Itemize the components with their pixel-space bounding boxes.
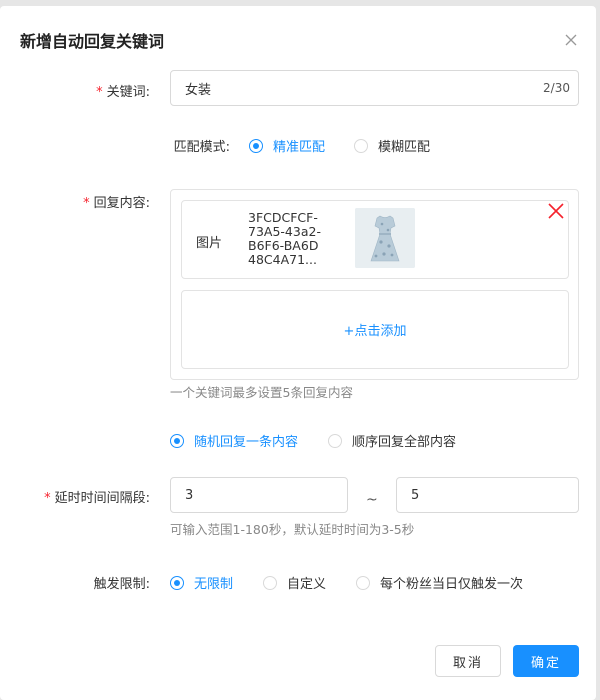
radio-sequential-reply-label: 顺序回复全部内容 <box>352 435 457 450</box>
match-mode-label: 匹配模式: <box>173 140 230 155</box>
reply-item-card: 图片 3FCDCFCF- 73A5-43a2- B6F6-BA6D 48C4A7… <box>181 200 569 279</box>
radio-exact-match[interactable]: 精准匹配 <box>249 136 325 155</box>
reply-item-id-line: 73A5-43a2- <box>248 224 321 239</box>
trigger-limit-label: 触发限制: <box>93 577 150 592</box>
reply-item-id-line: 48C4A71... <box>248 252 317 267</box>
required-mark: * <box>44 491 51 506</box>
reply-item-id-line: 3FCDCFCF- <box>248 210 318 225</box>
delete-x-icon[interactable] <box>546 201 566 221</box>
delay-label-text: 延时时间间隔段: <box>54 491 150 506</box>
keyword-label-text: 关键词: <box>106 85 150 100</box>
radio-random-reply-label: 随机回复一条内容 <box>194 435 299 450</box>
delay-max-value: 5 <box>411 487 420 503</box>
reply-item-id-line: B6F6-BA6D <box>248 238 319 253</box>
keyword-value: 女装 <box>185 82 212 98</box>
required-mark: * <box>83 196 90 211</box>
radio-fuzzy-match[interactable]: 模糊匹配 <box>354 136 430 155</box>
radio-fuzzy-match-label: 模糊匹配 <box>378 140 431 155</box>
keyword-char-counter: 2/30 <box>543 81 570 95</box>
delay-max-input[interactable]: 5 <box>396 477 579 513</box>
radio-unlimited-label: 无限制 <box>194 577 234 592</box>
trigger-limit-radio-group: 无限制 自定义 每个粉丝当日仅触发一次 <box>170 573 523 592</box>
confirm-button[interactable]: 确定 <box>513 645 579 677</box>
radio-once-per-fan-daily[interactable]: 每个粉丝当日仅触发一次 <box>356 573 523 592</box>
radio-exact-match-label: 精准匹配 <box>273 140 326 155</box>
radio-random-reply[interactable]: 随机回复一条内容 <box>170 431 298 450</box>
reply-item-id: 3FCDCFCF- 73A5-43a2- B6F6-BA6D 48C4A71..… <box>248 211 343 267</box>
dress-image <box>355 208 415 268</box>
reply-content-label-text: 回复内容: <box>93 196 150 211</box>
cancel-button[interactable]: 取消 <box>435 645 501 677</box>
radio-checked-icon <box>170 433 184 448</box>
add-keyword-dialog: 新增自动回复关键词 * 关键词: 女装 2/30 匹配模式: 精准匹配 模糊匹配 … <box>0 6 596 700</box>
delay-min-input[interactable]: 3 <box>170 477 348 513</box>
radio-checked-icon <box>249 138 263 153</box>
reply-order-radio-group: 随机回复一条内容 顺序回复全部内容 <box>170 431 456 450</box>
radio-checked-icon <box>170 575 184 590</box>
radio-unchecked-icon <box>356 575 371 590</box>
radio-sequential-reply[interactable]: 顺序回复全部内容 <box>328 431 456 450</box>
radio-unchecked-icon <box>354 138 369 153</box>
reply-limit-hint: 一个关键词最多设置5条回复内容 <box>170 385 353 400</box>
radio-unchecked-icon <box>328 433 343 448</box>
radio-unchecked-icon <box>263 575 278 590</box>
required-mark: * <box>96 85 103 100</box>
delay-range-hint: 可输入范围1-180秒，默认延时时间为3-5秒 <box>170 522 415 537</box>
radio-unlimited[interactable]: 无限制 <box>170 573 233 592</box>
delay-label: * 延时时间间隔段: <box>0 487 150 506</box>
range-separator: ~ <box>366 492 378 508</box>
dialog-title: 新增自动回复关键词 <box>20 32 165 51</box>
match-mode-radio-group: 精准匹配 模糊匹配 <box>249 136 430 155</box>
reply-content-label: * 回复内容: <box>0 192 150 211</box>
radio-once-per-fan-daily-label: 每个粉丝当日仅触发一次 <box>380 577 524 592</box>
radio-custom-label: 自定义 <box>287 577 327 592</box>
radio-custom[interactable]: 自定义 <box>263 573 326 592</box>
delay-min-value: 3 <box>185 487 194 503</box>
reply-content-box: 图片 3FCDCFCF- 73A5-43a2- B6F6-BA6D 48C4A7… <box>170 189 579 380</box>
reply-item-type: 图片 <box>196 236 223 251</box>
close-icon[interactable] <box>563 32 579 48</box>
keyword-label: * 关键词: <box>0 81 150 100</box>
keyword-input[interactable]: 女装 2/30 <box>170 70 579 106</box>
add-reply-button[interactable]: +点击添加 <box>181 290 569 369</box>
